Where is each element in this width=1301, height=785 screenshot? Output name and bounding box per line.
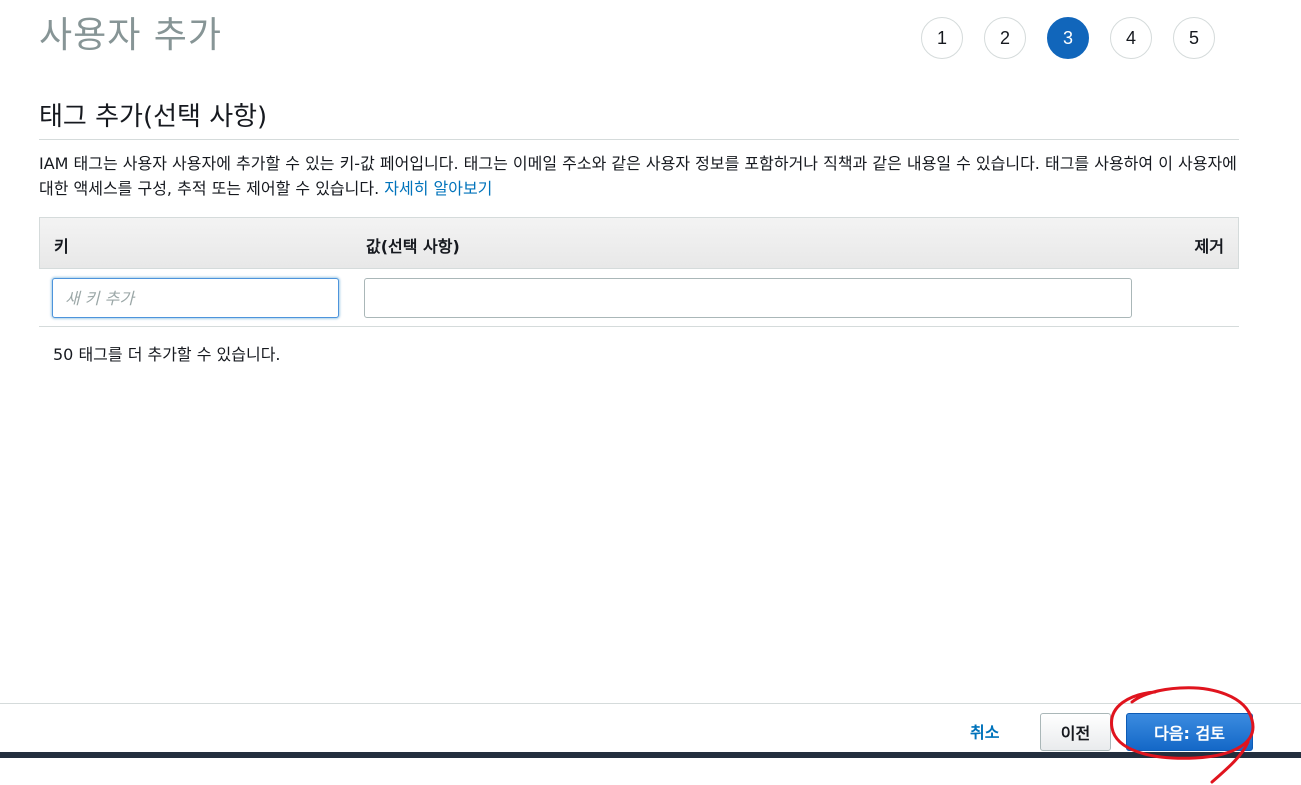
wizard-steps: 1 2 3 4 5 [921,17,1215,59]
section-title: 태그 추가(선택 사항) [39,102,268,132]
step-4[interactable]: 4 [1110,17,1152,59]
column-header-key: 키 [54,237,69,256]
previous-button[interactable]: 이전 [1040,713,1111,751]
table-header: 키 값(선택 사항) 제거 [39,217,1239,269]
page-title: 사용자 추가 [39,15,223,56]
section-description: IAM 태그는 사용자 사용자에 추가할 수 있는 키-값 페어입니다. 태그는… [39,151,1247,201]
cancel-button[interactable]: 취소 [958,713,1011,749]
step-1[interactable]: 1 [921,17,963,59]
tag-value-input[interactable] [364,278,1132,318]
remaining-tags-text: 50 태그를 더 추가할 수 있습니다. [53,345,281,364]
next-review-button[interactable]: 다음: 검토 [1126,713,1253,751]
description-text: IAM 태그는 사용자 사용자에 추가할 수 있는 키-값 페어입니다. 태그는… [39,154,1237,198]
bottom-bar [0,752,1301,758]
table-row [39,269,1239,327]
step-2[interactable]: 2 [984,17,1026,59]
tag-table: 키 값(선택 사항) 제거 [39,217,1239,327]
footer-divider [0,703,1301,704]
learn-more-link[interactable]: 자세히 알아보기 [384,179,492,198]
column-header-value: 값(선택 사항) [366,237,460,256]
column-header-remove: 제거 [1194,237,1224,256]
tag-key-input[interactable] [52,278,339,318]
step-3-active[interactable]: 3 [1047,17,1089,59]
step-5[interactable]: 5 [1173,17,1215,59]
section-divider [39,139,1239,140]
